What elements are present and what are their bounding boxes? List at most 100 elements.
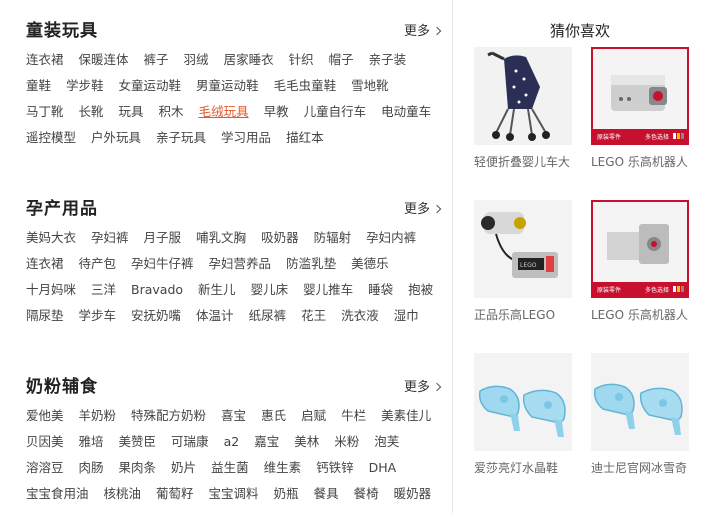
category-link[interactable]: 洗衣液 bbox=[341, 307, 379, 324]
category-link[interactable]: 长靴 bbox=[79, 103, 104, 120]
category-link[interactable]: 餐具 bbox=[314, 485, 339, 502]
category-link[interactable]: 餐椅 bbox=[354, 485, 379, 502]
category-link[interactable]: 待产包 bbox=[79, 255, 117, 272]
product-caption[interactable]: 轻便折叠婴儿车大 bbox=[474, 153, 584, 170]
product-card[interactable]: LEGO 正品乐高LEGO bbox=[474, 200, 594, 323]
category-link[interactable]: 积木 bbox=[159, 103, 184, 120]
lego-sensor-image[interactable]: 原装零件 多色选择 bbox=[591, 47, 689, 145]
category-link[interactable]: 儿童自行车 bbox=[304, 103, 367, 120]
category-link[interactable]: 花王 bbox=[301, 307, 326, 324]
category-link[interactable]: 男童运动鞋 bbox=[196, 77, 259, 94]
category-link[interactable]: 户外玩具 bbox=[91, 129, 141, 146]
category-link[interactable]: 羊奶粉 bbox=[79, 407, 117, 424]
lego-motor-image[interactable]: LEGO bbox=[474, 200, 572, 298]
product-caption[interactable]: LEGO 乐高机器人 bbox=[591, 306, 701, 323]
category-link[interactable]: 泡芙 bbox=[374, 433, 399, 450]
category-link[interactable]: 葡萄籽 bbox=[156, 485, 194, 502]
category-link[interactable]: 孕妇营养品 bbox=[209, 255, 272, 272]
category-link[interactable]: 十月妈咪 bbox=[26, 281, 76, 298]
category-link[interactable]: 遥控模型 bbox=[26, 129, 76, 146]
category-link[interactable]: Bravado bbox=[131, 281, 183, 298]
category-link[interactable]: 特殊配方奶粉 bbox=[131, 407, 206, 424]
product-card[interactable]: 轻便折叠婴儿车大 bbox=[474, 47, 594, 170]
category-link[interactable]: 贝因美 bbox=[26, 433, 64, 450]
category-link[interactable]: 羽绒 bbox=[184, 51, 209, 68]
product-caption[interactable]: LEGO 乐高机器人 bbox=[591, 153, 701, 170]
category-link[interactable]: 亲子装 bbox=[369, 51, 407, 68]
category-link[interactable]: 雪地靴 bbox=[351, 77, 389, 94]
category-link[interactable]: 防滥乳垫 bbox=[286, 255, 336, 272]
category-link[interactable]: 嘉宝 bbox=[254, 433, 279, 450]
more-link[interactable]: 更多 bbox=[404, 198, 442, 217]
category-link[interactable]: 美素佳儿 bbox=[381, 407, 431, 424]
category-link[interactable]: 保暖连体 bbox=[79, 51, 129, 68]
category-link[interactable]: 牛栏 bbox=[341, 407, 366, 424]
category-link[interactable]: 美赞臣 bbox=[119, 433, 157, 450]
category-link[interactable]: 毛绒玩具 bbox=[199, 103, 249, 120]
category-link[interactable]: 吸奶器 bbox=[261, 229, 299, 246]
category-link[interactable]: 奶片 bbox=[171, 459, 196, 476]
category-link[interactable]: 抱被 bbox=[408, 281, 433, 298]
crystal-shoes2-image[interactable] bbox=[591, 353, 689, 451]
category-link[interactable]: 启赋 bbox=[301, 407, 326, 424]
category-link[interactable]: 喜宝 bbox=[221, 407, 246, 424]
category-link[interactable]: 可瑞康 bbox=[171, 433, 209, 450]
category-link[interactable]: 宝宝食用油 bbox=[26, 485, 89, 502]
category-link[interactable]: 钙铁锌 bbox=[316, 459, 354, 476]
category-link[interactable]: 学步车 bbox=[79, 307, 117, 324]
category-link[interactable]: 美德乐 bbox=[351, 255, 389, 272]
more-link[interactable]: 更多 bbox=[404, 376, 442, 395]
product-card[interactable]: 原装零件 多色选择 LEGO 乐高机器人 bbox=[591, 200, 707, 323]
category-link[interactable]: 果肉条 bbox=[119, 459, 157, 476]
category-link[interactable]: 月子服 bbox=[144, 229, 182, 246]
category-link[interactable]: 惠氏 bbox=[261, 407, 286, 424]
category-link[interactable]: 电动童车 bbox=[381, 103, 431, 120]
category-link[interactable]: 雅培 bbox=[79, 433, 104, 450]
category-link[interactable]: 孕妇裤 bbox=[91, 229, 129, 246]
product-card[interactable]: 爱莎亮灯水晶鞋 bbox=[474, 353, 594, 476]
category-link[interactable]: 婴儿推车 bbox=[303, 281, 353, 298]
category-link[interactable]: 学步鞋 bbox=[66, 77, 104, 94]
category-link[interactable]: 描红本 bbox=[286, 129, 324, 146]
category-link[interactable]: 婴儿床 bbox=[251, 281, 289, 298]
category-link[interactable]: 玩具 bbox=[119, 103, 144, 120]
category-link[interactable]: 学习用品 bbox=[221, 129, 271, 146]
category-link[interactable]: 哺乳文胸 bbox=[196, 229, 246, 246]
category-link[interactable]: 马丁靴 bbox=[26, 103, 64, 120]
stroller-image[interactable] bbox=[474, 47, 572, 145]
category-link[interactable]: 肉肠 bbox=[79, 459, 104, 476]
category-link[interactable]: 连衣裙 bbox=[26, 51, 64, 68]
category-link[interactable]: 爱他美 bbox=[26, 407, 64, 424]
category-link[interactable]: 核桃油 bbox=[104, 485, 142, 502]
category-link[interactable]: 三洋 bbox=[91, 281, 116, 298]
lego-sensor2-image[interactable]: 原装零件 多色选择 bbox=[591, 200, 689, 298]
product-caption[interactable]: 爱莎亮灯水晶鞋 bbox=[474, 459, 584, 476]
category-link[interactable]: 防辐射 bbox=[314, 229, 352, 246]
category-link[interactable]: 裤子 bbox=[144, 51, 169, 68]
category-link[interactable]: 美林 bbox=[294, 433, 319, 450]
category-link[interactable]: 新生儿 bbox=[198, 281, 236, 298]
more-link[interactable]: 更多 bbox=[404, 20, 442, 39]
category-link[interactable]: 针织 bbox=[289, 51, 314, 68]
category-link[interactable]: 体温计 bbox=[196, 307, 234, 324]
category-link[interactable]: 帽子 bbox=[329, 51, 354, 68]
product-card[interactable]: 原装零件 多色选择 LEGO 乐高机器人 bbox=[591, 47, 707, 170]
category-link[interactable]: a2 bbox=[224, 433, 240, 450]
category-link[interactable]: 毛毛虫童鞋 bbox=[274, 77, 337, 94]
category-link[interactable]: 孕妇牛仔裤 bbox=[131, 255, 194, 272]
category-link[interactable]: 湿巾 bbox=[394, 307, 419, 324]
category-link[interactable]: DHA bbox=[369, 459, 397, 476]
category-link[interactable]: 女童运动鞋 bbox=[119, 77, 182, 94]
category-link[interactable]: 宝宝调料 bbox=[209, 485, 259, 502]
category-link[interactable]: 睡袋 bbox=[368, 281, 393, 298]
category-link[interactable]: 益生菌 bbox=[211, 459, 249, 476]
crystal-shoes-image[interactable] bbox=[474, 353, 572, 451]
product-card[interactable]: 迪士尼官网冰雪奇 bbox=[591, 353, 707, 476]
category-link[interactable]: 居家睡衣 bbox=[224, 51, 274, 68]
product-caption[interactable]: 正品乐高LEGO bbox=[474, 306, 584, 323]
category-link[interactable]: 童鞋 bbox=[26, 77, 51, 94]
category-link[interactable]: 维生素 bbox=[264, 459, 302, 476]
category-link[interactable]: 亲子玩具 bbox=[156, 129, 206, 146]
category-link[interactable]: 暖奶器 bbox=[394, 485, 432, 502]
category-link[interactable]: 隔尿垫 bbox=[26, 307, 64, 324]
